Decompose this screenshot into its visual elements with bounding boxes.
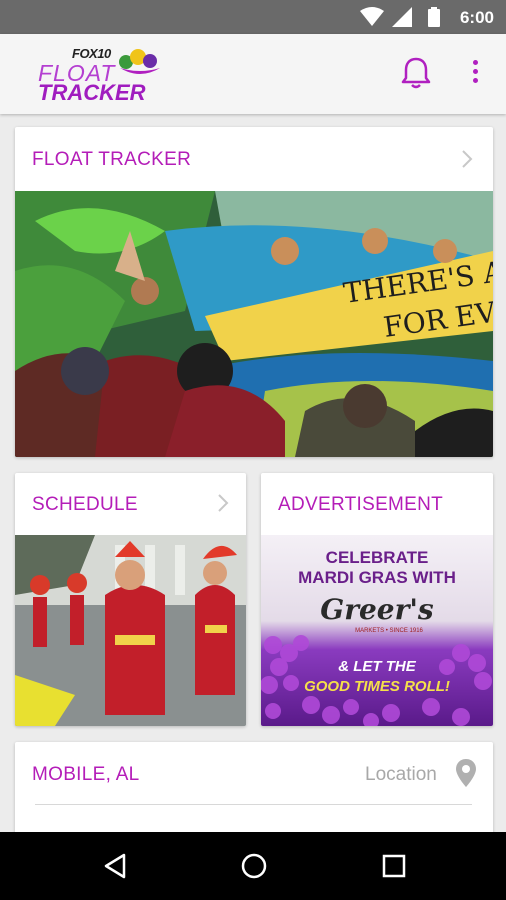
logo-tracker: TRACKER (38, 80, 146, 105)
city-label: MOBILE, AL (32, 764, 140, 785)
location-card[interactable]: MOBILE, AL Location (15, 742, 493, 842)
clock: 6:00 (459, 8, 494, 27)
back-icon[interactable] (102, 852, 128, 880)
advertisement-card[interactable]: ADVERTISEMENT CELEBRATE MARDI GRAS WITH … (261, 473, 493, 726)
ad-line2: MARDI GRAS WITH (298, 568, 456, 587)
divider (35, 804, 472, 805)
chevron-right-icon (462, 150, 473, 168)
app-bar: FOX10 FLOAT TRACKER (0, 34, 506, 114)
ad-brand-tag: MARKETS • SINCE 1916 (355, 628, 423, 634)
ad-brand: Greer's (320, 593, 434, 626)
ad-line1: CELEBRATE (326, 548, 429, 567)
chevron-right-icon (218, 494, 229, 512)
notification-bell-icon[interactable] (400, 56, 432, 90)
float-tracker-card[interactable]: FLOAT TRACKER THERE'S A FOR EV (15, 127, 493, 457)
app-logo[interactable]: FOX10 FLOAT TRACKER (38, 46, 168, 106)
location-pin-icon[interactable] (455, 758, 477, 788)
parade-marchers-image (15, 535, 246, 726)
parade-float-image: THERE'S A FOR EV (15, 191, 493, 457)
status-bar: 6:00 (0, 0, 506, 34)
battery-icon (428, 7, 440, 27)
logo-fox10: FOX10 (72, 46, 111, 61)
schedule-card[interactable]: SCHEDULE (15, 473, 246, 726)
greers-ad-image[interactable]: CELEBRATE MARDI GRAS WITH Greer's MARKET… (261, 535, 493, 726)
location-button-label[interactable]: Location (365, 764, 437, 786)
ad-line4: GOOD TIMES ROLL! (304, 678, 450, 695)
more-options-icon[interactable] (468, 60, 482, 90)
float-tracker-title: FLOAT TRACKER (32, 149, 192, 170)
home-icon[interactable] (240, 852, 268, 880)
signal-icon (392, 7, 412, 27)
ad-line3: & LET THE (338, 658, 416, 675)
system-nav-bar (0, 832, 506, 900)
advertisement-title: ADVERTISEMENT (278, 494, 444, 515)
mardi-gras-mask-icon (119, 49, 160, 74)
recents-icon[interactable] (382, 852, 406, 880)
schedule-title: SCHEDULE (32, 494, 138, 515)
wifi-icon (360, 7, 384, 26)
